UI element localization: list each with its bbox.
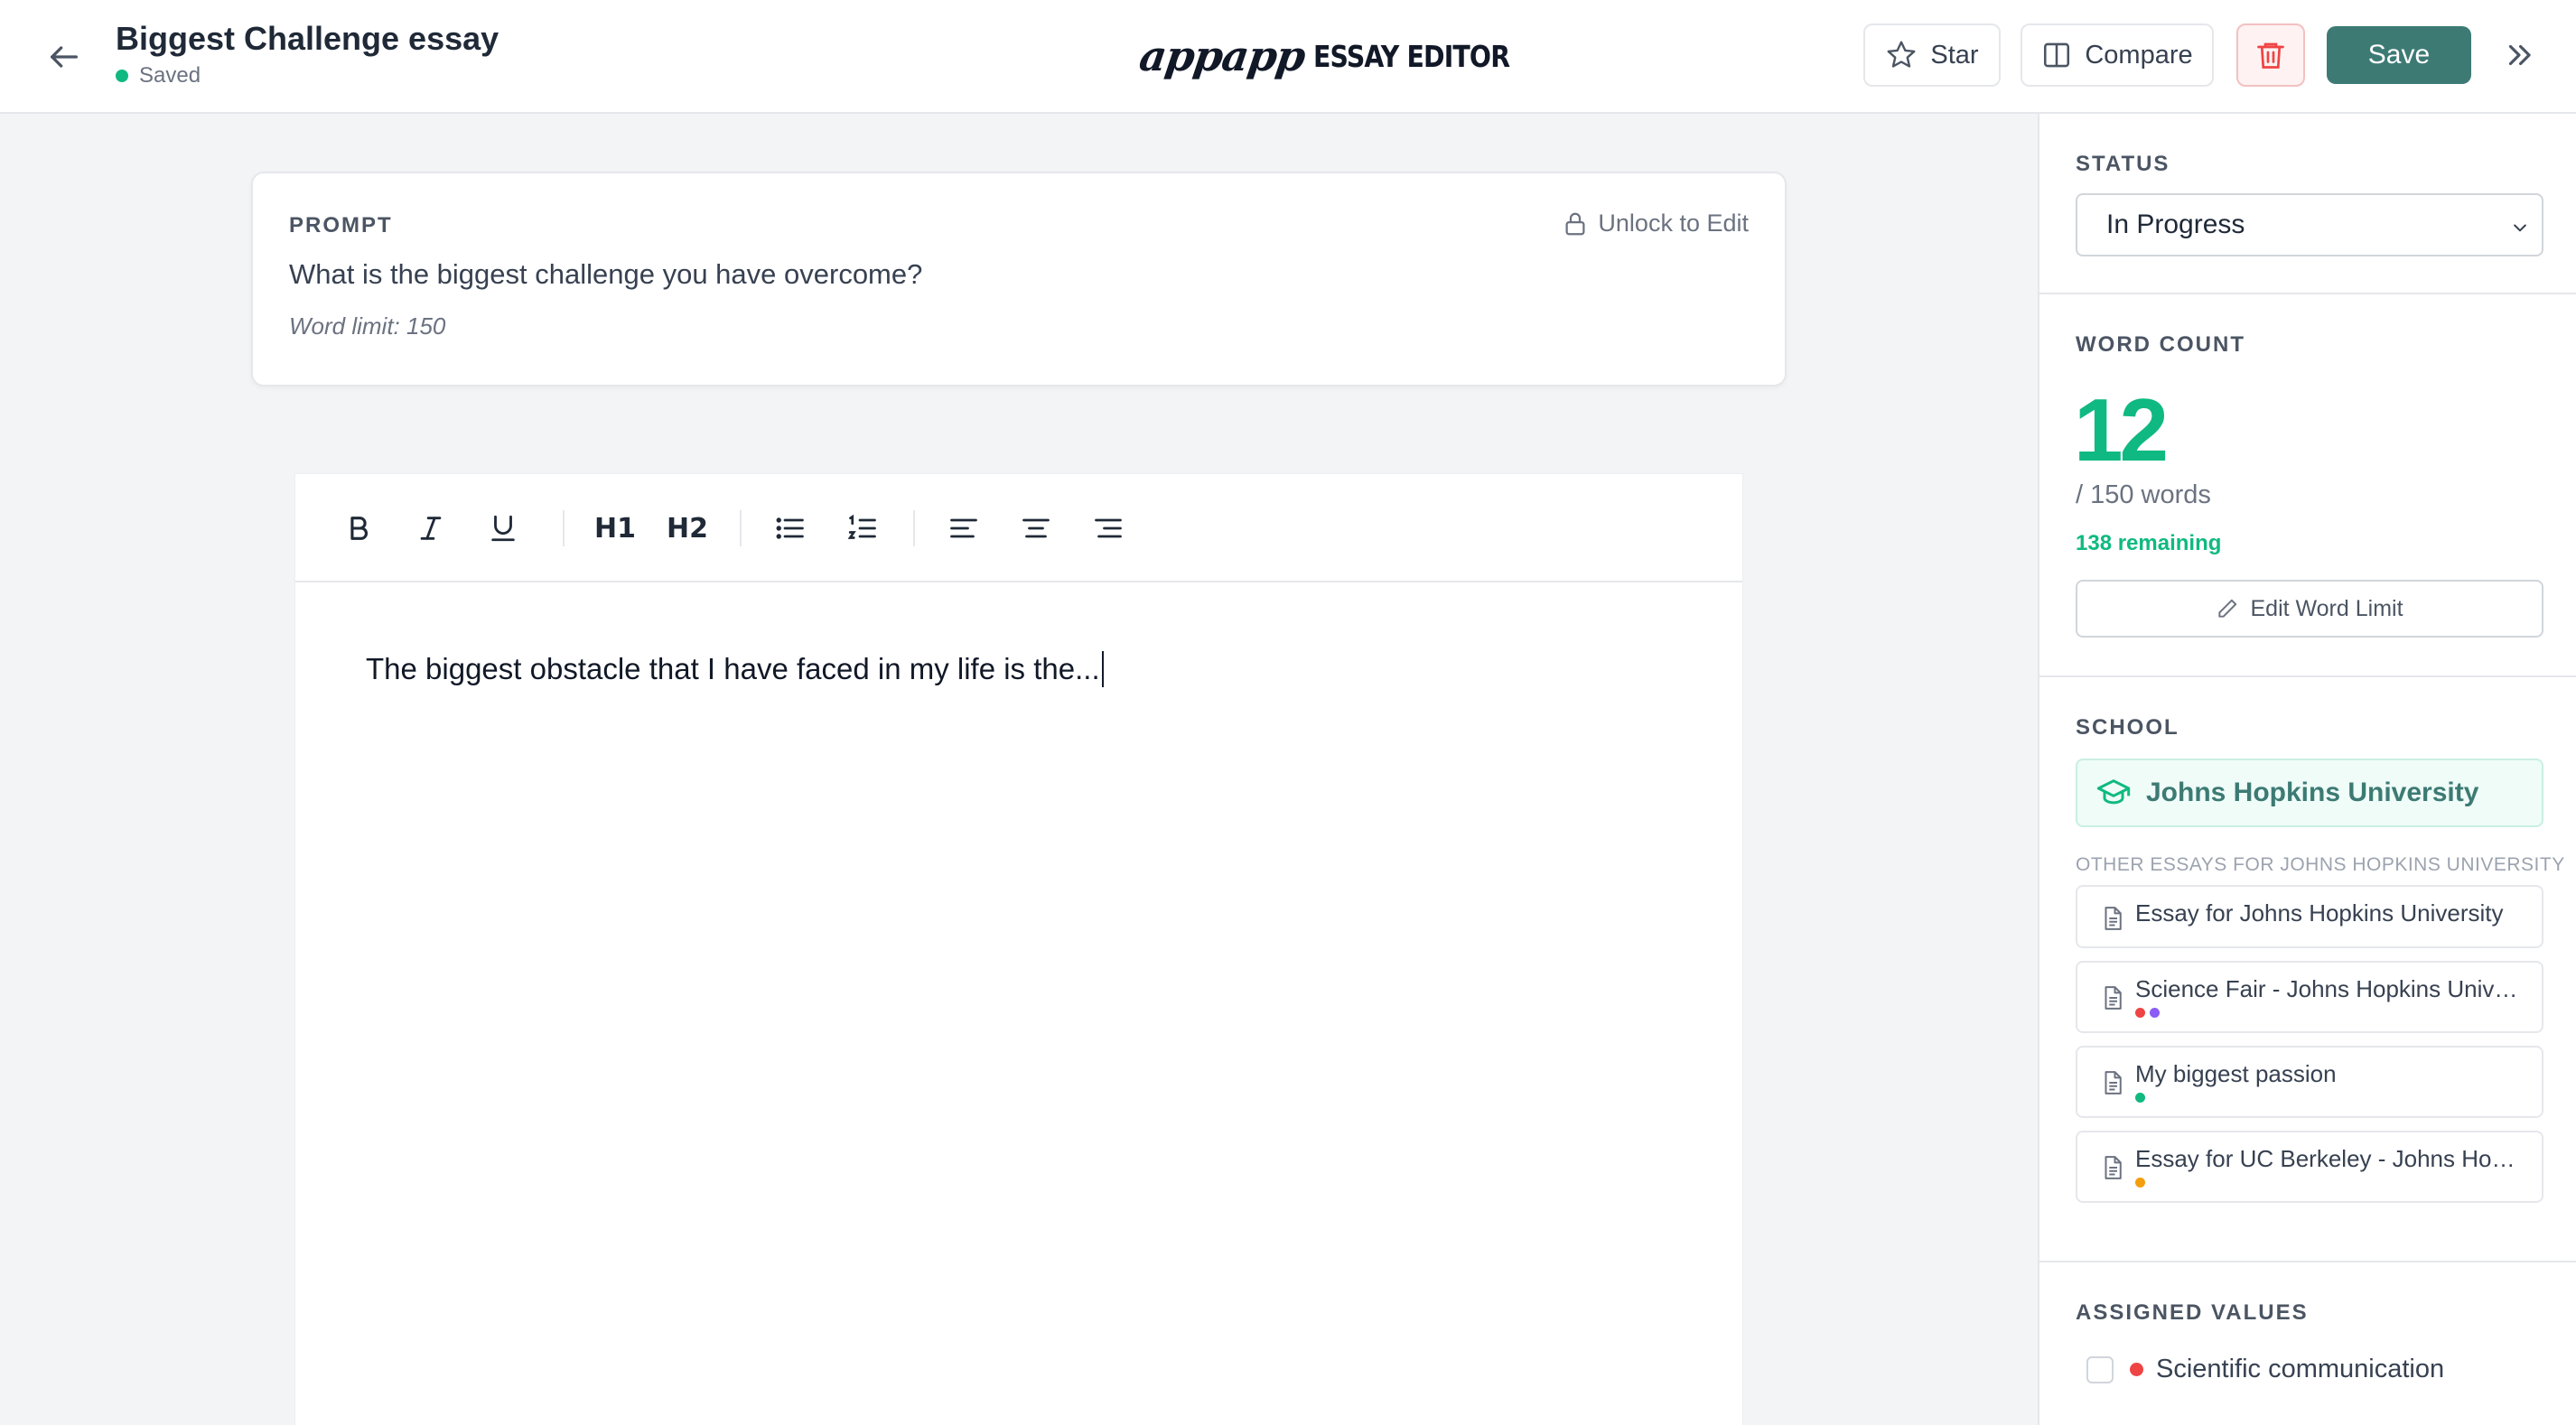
numbered-list-icon	[847, 514, 876, 539]
underline-icon	[491, 515, 515, 542]
other-essays-label: OTHER ESSAYS FOR JOHNS HOPKINS UNIVERSIT…	[2076, 854, 2565, 875]
back-button[interactable]	[40, 34, 89, 79]
text-caret	[1101, 651, 1104, 687]
toolbar-divider	[740, 510, 742, 546]
value-color-dot	[2130, 1363, 2143, 1376]
columns-icon	[2044, 42, 2070, 68]
trash-icon	[2257, 42, 2284, 69]
status-section: STATUS In Progress	[2039, 114, 2576, 294]
value-dot	[2150, 1008, 2160, 1018]
compare-button[interactable]: Compare	[2021, 23, 2214, 87]
unlock-to-edit-button[interactable]: Unlock to Edit	[1562, 210, 1749, 238]
collapse-sidebar-button[interactable]	[2497, 33, 2542, 78]
align-left-button[interactable]	[937, 501, 991, 555]
graduation-cap-icon	[2096, 779, 2131, 805]
assigned-value-checkbox[interactable]	[2086, 1355, 2114, 1383]
essay-sidebar: STATUS In Progress WORD COUNT 12 / 150 w…	[2038, 114, 2576, 1425]
toolbar-divider	[913, 510, 915, 546]
brand-script: appapp	[1136, 32, 1309, 80]
align-center-icon	[1022, 518, 1050, 538]
assigned-value-label: Scientific communication	[2156, 1355, 2445, 1383]
bullet-list-icon	[776, 517, 804, 539]
star-button-label: Star	[1930, 40, 1979, 70]
heading-1-button[interactable]: H1	[588, 501, 642, 555]
status-select[interactable]: In Progress	[2076, 193, 2543, 256]
words-remaining: 138 remaining	[2076, 531, 2222, 555]
star-icon	[1887, 41, 1916, 68]
school-name: Johns Hopkins University	[2146, 778, 2479, 807]
top-bar: Biggest Challenge essay Saved appapp ESS…	[0, 0, 2576, 114]
word-count-limit: / 150 words	[2076, 480, 2211, 509]
status-selected-value: In Progress	[2106, 210, 2245, 239]
italic-button[interactable]	[404, 501, 458, 555]
word-count-section: WORD COUNT 12 / 150 words 138 remaining …	[2039, 294, 2576, 677]
other-essay-item[interactable]: Essay for Johns Hopkins University	[2076, 885, 2543, 948]
assigned-value-item: Scientific communication	[2086, 1355, 2444, 1384]
pencil-icon	[2218, 599, 2237, 618]
chevron-down-icon	[2514, 224, 2526, 232]
essay-content[interactable]: The biggest obstacle that I have faced i…	[366, 651, 1104, 687]
document-icon	[2105, 986, 2122, 1010]
status-label: STATUS	[2076, 152, 2170, 176]
numbered-list-button[interactable]	[835, 501, 890, 555]
align-left-icon	[950, 518, 977, 538]
heading-2-button[interactable]: H2	[660, 501, 714, 555]
other-essay-title: My biggest passion	[2135, 1060, 2337, 1087]
assigned-values-section: ASSIGNED VALUES Scientific communication	[2039, 1262, 2576, 1425]
prompt-label: PROMPT	[289, 213, 393, 238]
document-icon	[2105, 907, 2122, 930]
italic-icon	[420, 517, 442, 540]
prompt-text: What is the biggest challenge you have o…	[289, 258, 923, 290]
other-essay-item[interactable]: Essay for UC Berkeley - Johns Hopkins Un…	[2076, 1131, 2543, 1203]
other-essay-item[interactable]: Science Fair - Johns Hopkins University	[2076, 961, 2543, 1033]
school-selector[interactable]: Johns Hopkins University	[2076, 759, 2543, 827]
formatting-toolbar: H1 H2	[295, 474, 1742, 582]
value-dots	[2135, 1178, 2150, 1188]
document-icon	[2105, 1071, 2122, 1094]
delete-button[interactable]	[2236, 23, 2305, 87]
document-icon	[2105, 1156, 2122, 1179]
lock-icon	[1565, 212, 1585, 235]
edit-word-limit-label: Edit Word Limit	[2250, 595, 2403, 621]
save-status: Saved	[116, 63, 201, 88]
value-dots	[2135, 1093, 2150, 1103]
brand-logo: appapp ESSAY EDITOR	[1136, 29, 1542, 83]
other-essay-item[interactable]: My biggest passion	[2076, 1046, 2543, 1118]
align-center-button[interactable]	[1009, 501, 1063, 555]
essay-title[interactable]: Biggest Challenge essay	[116, 20, 499, 58]
align-right-button[interactable]	[1081, 501, 1135, 555]
chevrons-right-icon	[2508, 44, 2531, 66]
prompt-word-limit: Word limit: 150	[289, 312, 446, 340]
bold-icon	[350, 517, 368, 540]
brand-text: ESSAY EDITOR	[1313, 38, 1510, 74]
saved-indicator-dot	[116, 70, 128, 82]
underline-button[interactable]	[476, 501, 530, 555]
align-right-icon	[1095, 518, 1122, 538]
value-dot	[2135, 1093, 2145, 1103]
bullet-list-button[interactable]	[763, 501, 817, 555]
word-count-number: 12	[2074, 380, 2169, 480]
edit-word-limit-button[interactable]: Edit Word Limit	[2076, 580, 2543, 638]
toolbar-divider	[563, 510, 565, 546]
prompt-card: PROMPT Unlock to Edit What is the bigges…	[251, 172, 1787, 387]
word-count-label: WORD COUNT	[2076, 332, 2245, 357]
essay-editor: H1 H2 The biggest obstacle that I have f…	[294, 473, 1743, 1425]
essay-text: The biggest obstacle that I have faced i…	[366, 652, 1100, 685]
assigned-values-label: ASSIGNED VALUES	[2076, 1300, 2309, 1325]
save-status-text: Saved	[139, 63, 201, 88]
save-button[interactable]: Save	[2327, 26, 2471, 84]
compare-button-label: Compare	[2085, 40, 2193, 70]
unlock-label: Unlock to Edit	[1598, 210, 1749, 237]
other-essay-title: Essay for Johns Hopkins University	[2135, 899, 2504, 927]
school-label: SCHOOL	[2076, 715, 2179, 740]
star-button[interactable]: Star	[1863, 23, 2001, 87]
other-essay-title: Science Fair - Johns Hopkins University	[2135, 975, 2524, 1002]
school-section: SCHOOL Johns Hopkins University OTHER ES…	[2039, 677, 2576, 1262]
value-dots	[2135, 1008, 2164, 1018]
arrow-left-icon	[51, 46, 79, 68]
bold-button[interactable]	[331, 501, 386, 555]
other-essay-title: Essay for UC Berkeley - Johns Hopkins Un…	[2135, 1145, 2524, 1172]
value-dot	[2135, 1178, 2145, 1188]
value-dot	[2135, 1008, 2145, 1018]
